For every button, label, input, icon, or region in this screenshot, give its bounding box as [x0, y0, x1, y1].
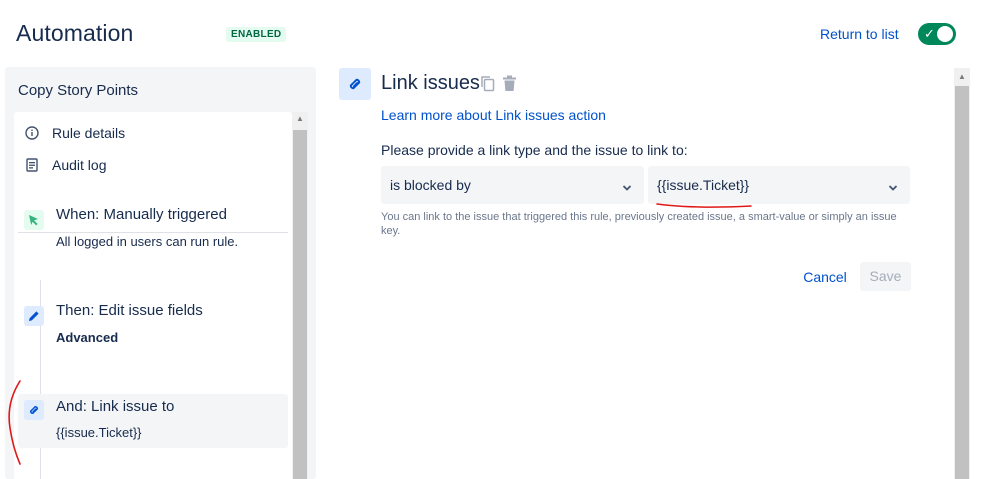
rule-details-label: Rule details	[52, 125, 126, 141]
link-icon	[24, 400, 44, 420]
link-issue-title: And: Link issue to	[56, 398, 175, 415]
pencil-icon	[24, 306, 44, 326]
audit-log-item[interactable]: Audit log	[24, 155, 106, 175]
scroll-up-arrow-icon[interactable]: ▲	[954, 70, 970, 84]
action-title: Link issues	[381, 72, 480, 94]
page-title: Automation	[16, 20, 134, 46]
component-link-issue[interactable]: And: Link issue to {{issue.Ticket}}	[18, 394, 288, 448]
rule-panel: Copy Story Points Rule details Audit log…	[5, 67, 316, 479]
cancel-button[interactable]: Cancel	[796, 263, 854, 291]
rule-component-list: Rule details Audit log When: Manually tr…	[14, 112, 292, 479]
scroll-up-arrow-icon[interactable]: ▲	[292, 112, 308, 126]
component-trigger[interactable]: When: Manually triggered All logged in u…	[18, 202, 288, 262]
edit-issue-subtitle: Advanced	[56, 330, 119, 345]
issue-select[interactable]: {{issue.Ticket}}	[648, 166, 910, 204]
trigger-title: When: Manually triggered	[56, 206, 227, 223]
chevron-down-icon	[888, 179, 898, 197]
component-edit-issue[interactable]: Then: Edit issue fields Advanced	[18, 298, 288, 358]
toggle-knob	[937, 26, 953, 42]
link-action-icon	[339, 68, 371, 100]
rule-details-item[interactable]: Rule details	[24, 123, 125, 143]
link-type-select[interactable]: is blocked by	[381, 166, 644, 204]
check-icon: ✓	[924, 26, 935, 41]
status-badge: ENABLED	[226, 27, 287, 42]
right-scrollbar[interactable]: ▲	[954, 68, 970, 479]
rule-enabled-toggle[interactable]: ✓	[918, 23, 956, 45]
info-icon	[24, 125, 40, 141]
left-scrollbar[interactable]: ▲	[292, 112, 308, 479]
issue-value: {{issue.Ticket}}	[657, 177, 750, 193]
instruction-label: Please provide a link type and the issue…	[381, 142, 688, 158]
edit-issue-title: Then: Edit issue fields	[56, 302, 203, 319]
chevron-down-icon	[622, 179, 632, 197]
save-button[interactable]: Save	[860, 262, 911, 291]
learn-more-link[interactable]: Learn more about Link issues action	[381, 107, 606, 123]
audit-log-label: Audit log	[52, 157, 107, 173]
return-to-list-link[interactable]: Return to list	[820, 26, 899, 42]
scroll-thumb[interactable]	[955, 86, 969, 479]
rule-name: Copy Story Points	[18, 82, 139, 99]
link-type-value: is blocked by	[390, 177, 471, 193]
scroll-thumb[interactable]	[293, 130, 307, 479]
copy-icon[interactable]	[480, 75, 495, 97]
trigger-subtitle: All logged in users can run rule.	[56, 234, 239, 249]
helper-text: You can link to the issue that triggered…	[381, 211, 897, 237]
trigger-cursor-icon	[24, 210, 44, 230]
link-issue-subtitle: {{issue.Ticket}}	[56, 425, 142, 440]
audit-log-icon	[24, 157, 40, 173]
delete-icon[interactable]	[502, 75, 517, 97]
